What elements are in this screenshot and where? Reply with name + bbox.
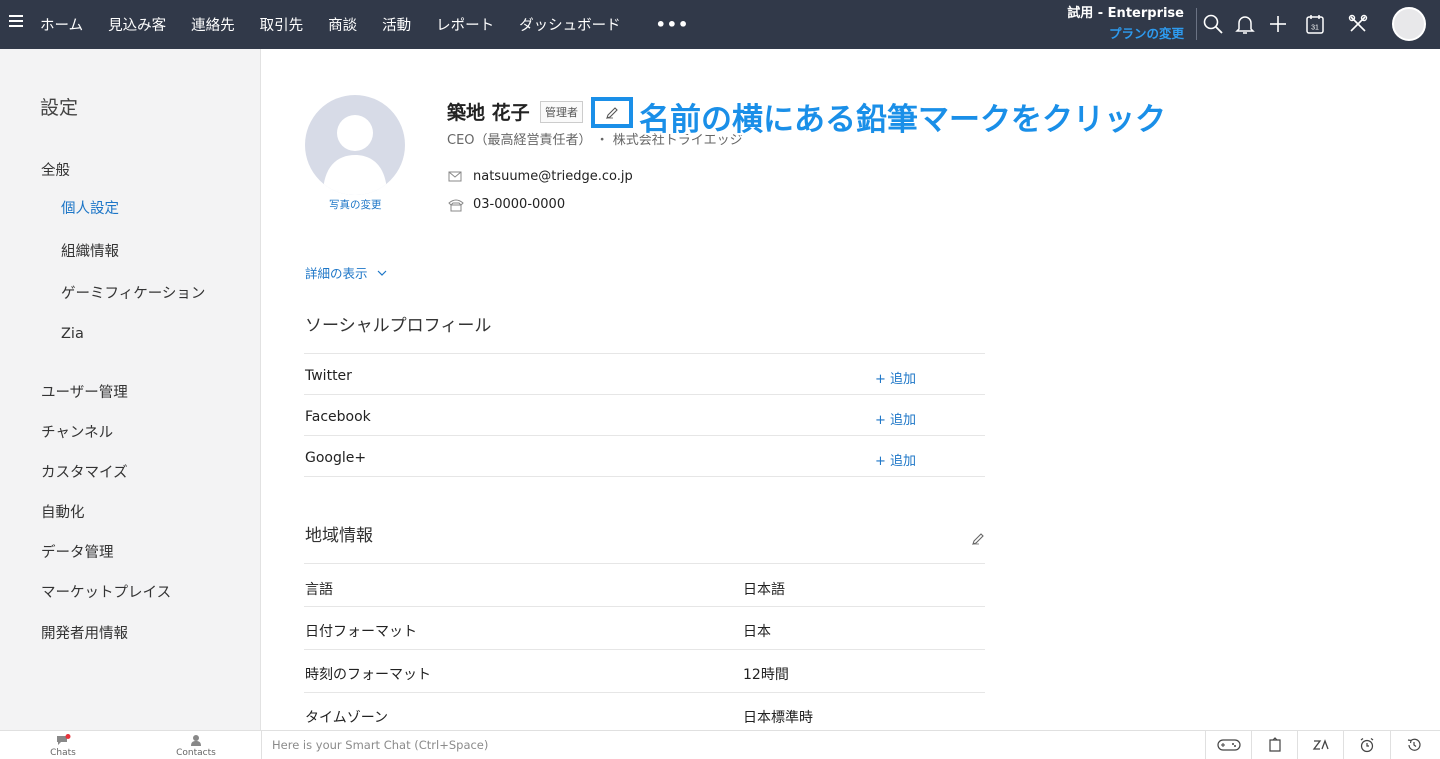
settings-sidebar: 設定 全般 個人設定 組織情報 ゲーミフィケーション Zia ユーザー管理 チャ… — [0, 49, 261, 730]
tab-home[interactable]: ホーム — [40, 14, 83, 35]
bell-icon[interactable] — [1233, 12, 1257, 36]
show-details-label: 詳細の表示 — [305, 266, 368, 281]
smart-chat-input[interactable]: Here is your Smart Chat (Ctrl+Space) — [261, 731, 1204, 759]
zia-icon — [1312, 739, 1329, 750]
top-navigation-bar: ホーム 見込み客 連絡先 取引先 商談 活動 レポート ダッシュボード ••• … — [0, 0, 1440, 49]
zia-button[interactable] — [1297, 731, 1343, 759]
bottom-bar: Chats Contacts Here is your Smart Chat (… — [0, 730, 1440, 759]
locale-value-language: 日本語 — [743, 582, 785, 598]
tab-reports[interactable]: レポート — [436, 14, 494, 35]
phone-icon — [448, 199, 464, 211]
locale-label-language: 言語 — [305, 582, 333, 598]
instruction-callout: 名前の横にある鉛筆マークをクリック — [639, 102, 1166, 138]
divider — [304, 563, 985, 564]
sidebar-item-general[interactable]: 全般 — [41, 159, 70, 180]
email-row: natsuume@triedge.co.jp — [447, 169, 633, 184]
divider — [304, 649, 985, 650]
person-icon — [191, 735, 201, 746]
contacts-button[interactable]: Contacts — [156, 731, 236, 759]
user-name: 築地 花子 — [447, 102, 530, 124]
sidebar-item-users[interactable]: ユーザー管理 — [41, 381, 128, 402]
social-label-twitter: Twitter — [305, 368, 352, 384]
add-google-link[interactable]: + 追加 — [875, 450, 916, 469]
locale-info-title: 地域情報 — [305, 526, 373, 546]
sidebar-title: 設定 — [40, 97, 79, 119]
gamepad-button[interactable] — [1205, 731, 1251, 759]
tab-leads[interactable]: 見込み客 — [108, 14, 166, 35]
sidebar-item-automation[interactable]: 自動化 — [41, 501, 85, 522]
user-avatar[interactable] — [1392, 7, 1426, 41]
phone-value: 03-0000-0000 — [473, 197, 566, 212]
locale-label-date-format: 日付フォーマット — [305, 624, 417, 640]
divider — [304, 394, 985, 395]
clipboard-icon — [1268, 737, 1281, 752]
pencil-icon — [606, 106, 618, 119]
sidebar-item-personal-settings[interactable]: 個人設定 — [61, 197, 119, 218]
sidebar-item-developer-space[interactable]: 開発者用情報 — [41, 622, 128, 643]
tab-contacts[interactable]: 連絡先 — [191, 14, 235, 35]
setup-tools-icon[interactable] — [1346, 12, 1370, 36]
show-details-link[interactable]: 詳細の表示 — [305, 263, 388, 282]
alarm-clock-icon — [1360, 738, 1373, 753]
divider — [1196, 8, 1197, 40]
clipboard-button[interactable] — [1251, 731, 1297, 759]
social-label-facebook: Facebook — [305, 409, 371, 425]
profile-photo[interactable] — [305, 95, 405, 195]
locale-label-time-zone: タイムゾーン — [305, 710, 389, 726]
locale-label-time-format: 時刻のフォーマット — [305, 667, 431, 683]
menu-icon[interactable] — [9, 15, 23, 29]
search-icon[interactable] — [1201, 12, 1225, 36]
contacts-label: Contacts — [176, 748, 216, 758]
default-avatar-icon — [323, 115, 387, 195]
role-badge: 管理者 — [540, 101, 583, 123]
settings-content: 写真の変更 築地 花子 管理者 CEO（最高経営責任者） ・ 株式会社トライエッ… — [261, 49, 1440, 730]
tab-dashboards[interactable]: ダッシュボード — [519, 14, 621, 35]
sidebar-item-channels[interactable]: チャンネル — [41, 421, 113, 442]
locale-value-time-format: 12時間 — [743, 667, 789, 683]
history-button[interactable] — [1390, 731, 1436, 759]
plan-info: 試用 - Enterprise プランの変更 — [1067, 4, 1184, 44]
gamepad-icon — [1216, 739, 1241, 751]
more-tabs-button[interactable]: ••• — [656, 15, 690, 34]
divider — [304, 476, 985, 477]
chats-button[interactable]: Chats — [23, 731, 103, 759]
sidebar-item-company-details[interactable]: 組織情報 — [61, 240, 119, 261]
edition-label: 試用 - Enterprise — [1067, 6, 1184, 21]
edit-locale-pencil-icon[interactable] — [970, 531, 986, 547]
tab-deals[interactable]: 商談 — [328, 14, 357, 35]
chat-bubble-icon — [57, 734, 71, 745]
sidebar-item-marketplace[interactable]: マーケットプレイス — [41, 581, 171, 602]
social-label-google: Google+ — [305, 450, 367, 466]
phone-row: 03-0000-0000 — [447, 197, 565, 212]
svg-text:31: 31 — [1311, 25, 1319, 32]
sidebar-item-zia[interactable]: Zia — [61, 326, 84, 342]
social-profiles-title: ソーシャルプロフィール — [305, 316, 492, 336]
add-facebook-link[interactable]: + 追加 — [875, 409, 916, 428]
email-value[interactable]: natsuume@triedge.co.jp — [473, 169, 633, 184]
upgrade-plan-link[interactable]: プランの変更 — [1067, 24, 1184, 44]
chats-label: Chats — [50, 748, 76, 758]
edit-profile-button[interactable] — [591, 97, 633, 128]
sidebar-item-data-admin[interactable]: データ管理 — [41, 541, 114, 562]
mail-icon — [448, 171, 462, 181]
locale-value-time-zone: 日本標準時 — [743, 710, 813, 726]
calendar-icon[interactable]: 31 — [1303, 12, 1327, 36]
sidebar-item-gamification[interactable]: ゲーミフィケーション — [61, 282, 205, 303]
alarm-button[interactable] — [1343, 731, 1389, 759]
change-photo-link[interactable]: 写真の変更 — [329, 197, 382, 212]
plus-icon[interactable] — [1266, 12, 1290, 36]
chevron-down-icon — [377, 270, 386, 276]
divider — [304, 353, 985, 354]
locale-value-date-format: 日本 — [743, 624, 771, 640]
tab-activities[interactable]: 活動 — [382, 14, 411, 35]
add-twitter-link[interactable]: + 追加 — [875, 368, 916, 387]
divider — [304, 606, 985, 607]
tab-accounts[interactable]: 取引先 — [260, 14, 304, 35]
divider — [304, 435, 985, 436]
history-icon — [1407, 738, 1421, 751]
divider — [304, 692, 985, 693]
sidebar-item-customization[interactable]: カスタマイズ — [41, 461, 128, 482]
module-tabs: ホーム 見込み客 連絡先 取引先 商談 活動 レポート ダッシュボード ••• — [40, 0, 714, 49]
